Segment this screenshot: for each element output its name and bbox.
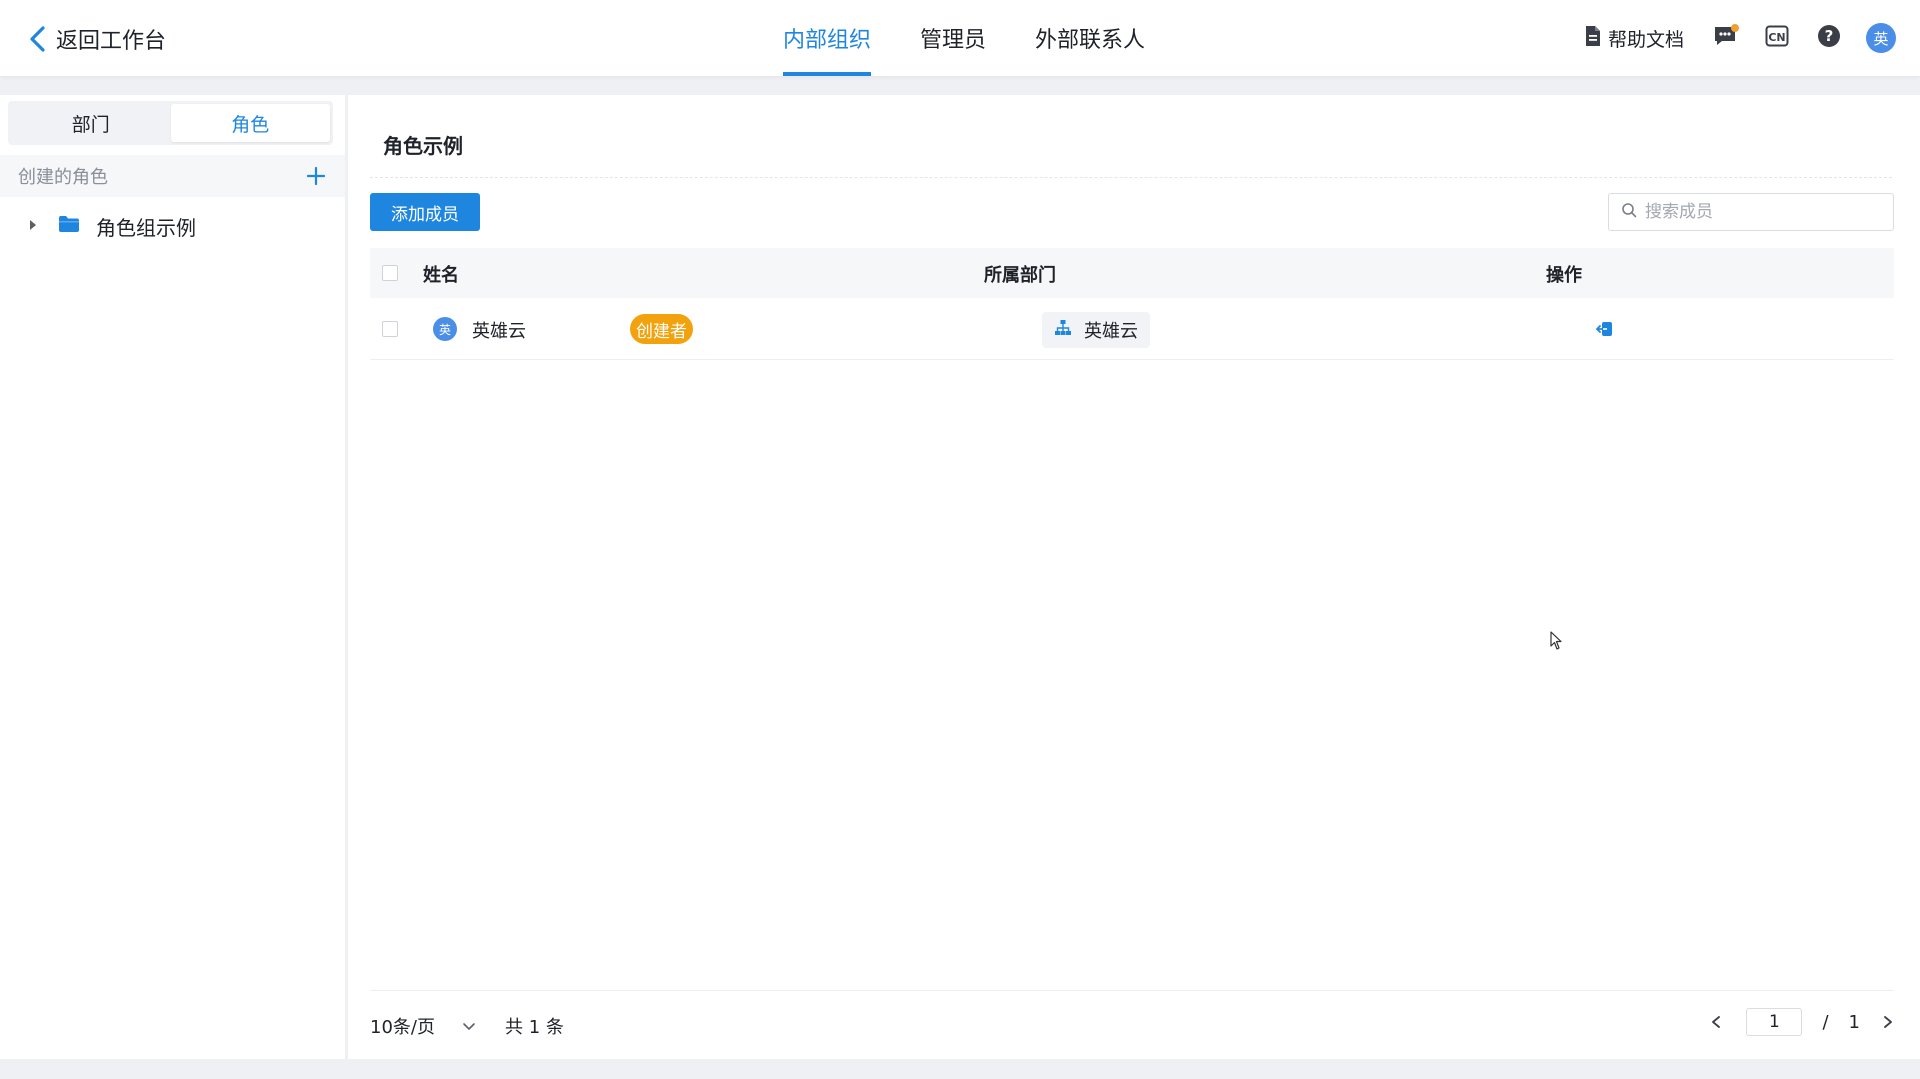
- top-bar: 返回工作台 内部组织 管理员 外部联系人 帮助文档 CN ? 英: [0, 0, 1920, 76]
- notification-dot: [1731, 24, 1739, 32]
- language-cn-icon: CN: [1765, 25, 1789, 51]
- tab-internal-org[interactable]: 内部组织: [770, 0, 884, 76]
- department-name: 英雄云: [1084, 321, 1138, 342]
- svg-text:CN: CN: [1768, 31, 1785, 44]
- creator-badge: 创建者: [630, 314, 693, 344]
- table-row: 英 英雄云 创建者 英雄云: [370, 298, 1894, 360]
- folder-icon: [58, 215, 80, 237]
- segment-department[interactable]: 部门: [11, 104, 171, 142]
- add-role-plus-icon[interactable]: [305, 165, 327, 187]
- total-pages: 1: [1848, 1011, 1860, 1033]
- sidebar: 部门 角色 创建的角色 角色组示例: [0, 95, 345, 1059]
- chevron-left-icon: [28, 24, 50, 54]
- document-icon: [1584, 25, 1602, 51]
- tab-admins[interactable]: 管理员: [907, 0, 999, 76]
- back-to-workbench-button[interactable]: 返回工作台: [28, 22, 166, 56]
- select-all-checkbox[interactable]: [382, 265, 398, 281]
- page-title: 角色示例: [383, 134, 463, 158]
- prev-page-icon[interactable]: [1706, 1012, 1726, 1032]
- department-chip: 英雄云: [1042, 312, 1150, 348]
- top-right-actions: 帮助文档 CN ? 英: [1584, 18, 1896, 58]
- pagination: / 1: [1706, 1005, 1898, 1039]
- sidebar-segment-switch: 部门 角色: [8, 101, 333, 145]
- member-search-box: [1608, 193, 1894, 231]
- remove-member-icon[interactable]: [1596, 320, 1614, 338]
- avatar: 英: [1866, 23, 1896, 53]
- add-member-button[interactable]: 添加成员: [370, 193, 480, 231]
- main-panel: 角色示例 添加成员 姓名 所属部门 操作 英 英雄云 创建者: [348, 95, 1920, 1059]
- row-checkbox[interactable]: [382, 321, 398, 337]
- footer-divider: [370, 990, 1894, 991]
- caret-right-icon[interactable]: [28, 217, 38, 236]
- member-name: 英雄云: [472, 321, 526, 342]
- avatar: 英: [433, 317, 457, 341]
- mouse-cursor-icon: [1550, 631, 1564, 651]
- search-icon: [1621, 202, 1637, 222]
- total-count: 共 1 条: [505, 1017, 564, 1038]
- language-button[interactable]: CN: [1762, 23, 1792, 53]
- main-nav-tabs: 内部组织 管理员 外部联系人: [770, 0, 1181, 76]
- user-avatar-button[interactable]: 英: [1866, 23, 1896, 53]
- title-divider: [370, 177, 1892, 178]
- next-page-icon[interactable]: [1878, 1012, 1898, 1032]
- tab-external-contacts[interactable]: 外部联系人: [1022, 0, 1158, 76]
- message-button[interactable]: [1710, 23, 1740, 53]
- help-doc-link[interactable]: 帮助文档: [1584, 25, 1684, 52]
- help-doc-label: 帮助文档: [1607, 28, 1684, 51]
- page-size-select[interactable]: 10条/页: [370, 1013, 477, 1039]
- table-header: 姓名 所属部门 操作: [370, 248, 1894, 298]
- chevron-down-icon: [461, 1018, 477, 1034]
- help-button[interactable]: ?: [1814, 23, 1844, 53]
- org-chart-icon: [1054, 319, 1072, 341]
- column-department-header: 所属部门: [984, 265, 1056, 286]
- page-number-input[interactable]: [1746, 1008, 1803, 1036]
- back-label: 返回工作台: [56, 29, 167, 54]
- created-roles-label: 创建的角色: [18, 167, 108, 188]
- column-actions-header: 操作: [1546, 265, 1582, 286]
- created-roles-header: 创建的角色: [0, 155, 345, 197]
- segment-role[interactable]: 角色: [170, 104, 330, 142]
- tree-item-role-group[interactable]: 角色组示例: [0, 205, 345, 247]
- svg-text:?: ?: [1825, 27, 1834, 45]
- search-input[interactable]: [1645, 202, 1875, 222]
- tree-item-label: 角色组示例: [96, 215, 196, 240]
- page-separator: /: [1822, 1011, 1829, 1033]
- question-icon: ?: [1817, 24, 1841, 52]
- page-size-value: 10条/页: [370, 1017, 435, 1038]
- column-name-header: 姓名: [423, 265, 459, 286]
